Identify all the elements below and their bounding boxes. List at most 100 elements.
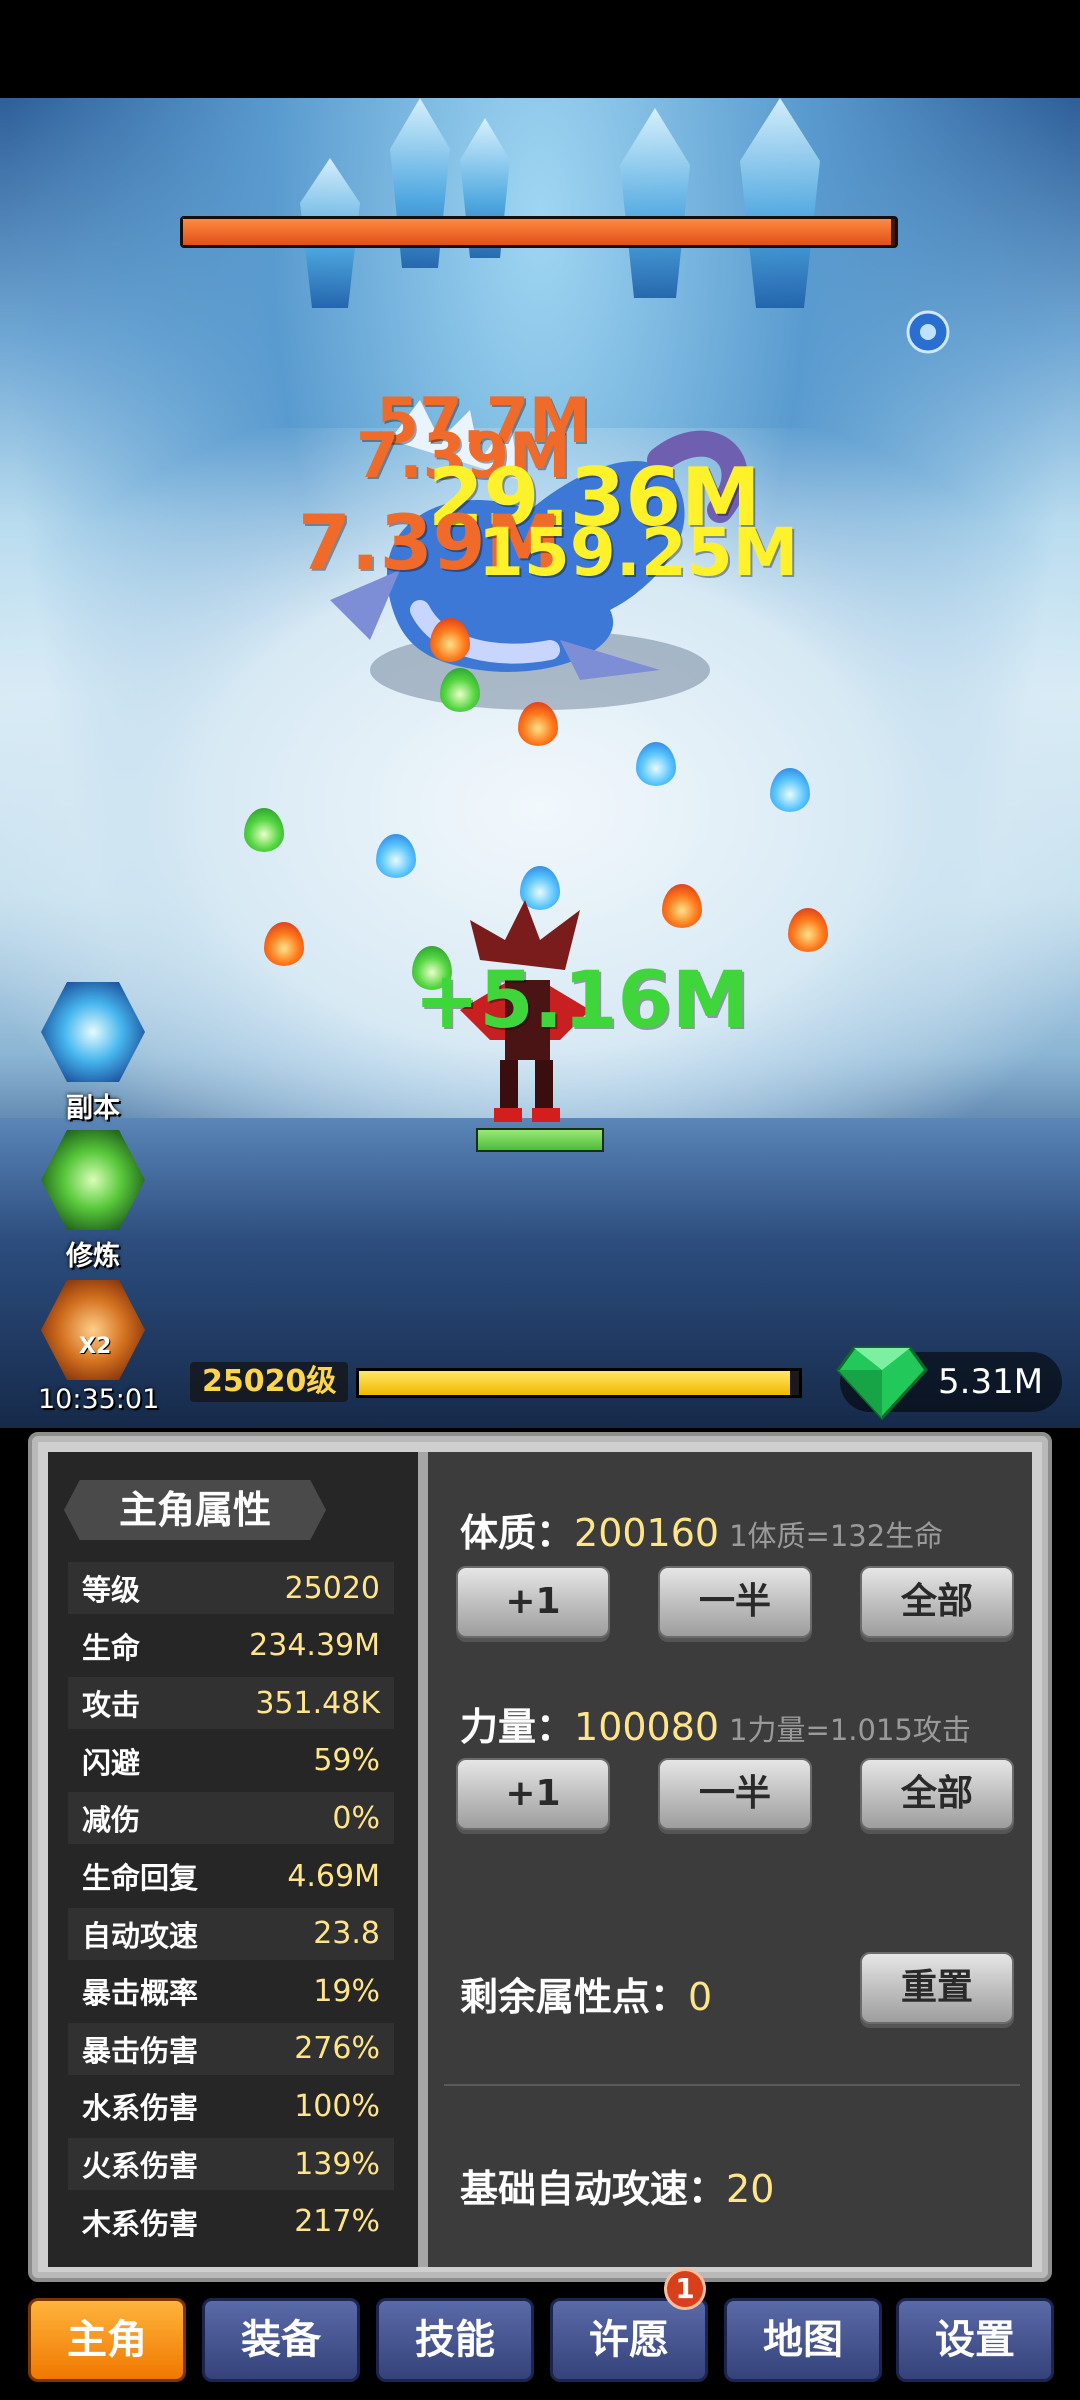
fire-orb — [518, 702, 558, 746]
remaining-points-row: 剩余属性点：0 — [460, 1966, 712, 2021]
stat-value: 351.48K — [255, 1685, 380, 1721]
strength-value: 100080 — [574, 1705, 720, 1749]
xp-bar — [356, 1368, 802, 1398]
fire-orb — [662, 884, 702, 928]
stat-name: 木系伤害 — [82, 2206, 199, 2241]
stat-name: 自动攻速 — [82, 1918, 199, 1953]
stat-row: 闪避 59% — [68, 1734, 394, 1787]
stat-name: 暴击概率 — [82, 1976, 199, 2011]
stat-value: 0% — [332, 1800, 380, 1836]
cultivation-icon — [41, 1130, 145, 1230]
hero-health-bar — [476, 1128, 604, 1152]
strength-all-button[interactable]: 全部 — [860, 1758, 1014, 1830]
tab-settings[interactable]: 设置 — [896, 2298, 1054, 2382]
stat-value: 4.69M — [287, 1858, 380, 1894]
base-attack-speed-value: 20 — [726, 2167, 775, 2211]
heal-number: +5.16M — [414, 956, 750, 1046]
stat-row: 自动攻速 23.8 — [68, 1907, 394, 1960]
base-attack-speed-row: 基础自动攻速：20 — [460, 2158, 774, 2213]
cultivation-label: 修炼 — [66, 1241, 120, 1272]
stat-name: 等级 — [82, 1573, 141, 1607]
wish-notification-badge: 1 — [664, 2268, 706, 2310]
reset-button[interactable]: 重置 — [860, 1952, 1014, 2024]
tab-equipment[interactable]: 装备 — [202, 2298, 360, 2382]
tab-skills[interactable]: 技能 — [376, 2298, 534, 2382]
dungeon-button[interactable]: 副本 — [38, 982, 148, 1125]
ice-crystal — [740, 98, 820, 308]
stat-name: 攻击 — [82, 1688, 141, 1723]
stat-name: 火系伤害 — [82, 2149, 199, 2183]
water-element-icon — [906, 310, 950, 354]
cultivation-button[interactable]: 修炼 — [38, 1130, 148, 1273]
constitution-all-button[interactable]: 全部 — [860, 1566, 1014, 1638]
wood-orb — [244, 808, 284, 852]
stat-row: 火系伤害 139% — [68, 2138, 394, 2190]
stat-name: 水系伤害 — [82, 2091, 199, 2126]
panel-divider — [418, 1452, 428, 2267]
stat-name: 暴击伤害 — [82, 2033, 199, 2068]
strength-label: 力量： — [460, 1705, 575, 1749]
x2-boost-icon: X2 — [41, 1280, 145, 1380]
strength-note: 1力量=1.015攻击 — [729, 1713, 971, 1747]
stat-value: 276% — [294, 2031, 380, 2067]
constitution-row: 体质：200160 1体质=132生命 — [460, 1502, 943, 1557]
stat-name: 闪避 — [82, 1745, 141, 1780]
player-level: 25020级 — [190, 1362, 349, 1402]
stat-row: 攻击 351.48K — [68, 1677, 394, 1730]
fire-orb — [264, 922, 304, 966]
stat-value: 59% — [313, 1743, 380, 1779]
x2-boost-button[interactable]: X2 10:35:01 — [38, 1280, 160, 1415]
hero-health-fill — [478, 1130, 602, 1150]
water-orb — [636, 742, 676, 786]
boost-timer: 10:35:01 — [38, 1384, 160, 1415]
water-orb — [770, 768, 810, 812]
boss-health-fill — [183, 219, 892, 245]
stat-row: 等级 25020 — [68, 1562, 394, 1614]
stat-value: 234.39M — [249, 1628, 380, 1664]
constitution-note: 1体质=132生命 — [729, 1519, 944, 1553]
tab-map[interactable]: 地图 — [724, 2298, 882, 2382]
stat-row: 暴击伤害 276% — [68, 2022, 394, 2075]
stat-row: 生命回复 4.69M — [68, 1850, 394, 1902]
stat-value: 139% — [294, 2146, 380, 2182]
constitution-label: 体质： — [460, 1511, 575, 1555]
boss-health-bar — [180, 216, 898, 248]
stat-value: 100% — [294, 2088, 380, 2124]
stat-row: 减伤 0% — [68, 1792, 394, 1845]
stat-row: 木系伤害 217% — [68, 2195, 394, 2248]
stat-name: 减伤 — [82, 1803, 141, 1838]
remaining-points-label: 剩余属性点： — [460, 1975, 689, 2019]
strength-plus-one-button[interactable]: +1 — [456, 1758, 610, 1830]
base-attack-speed-label: 基础自动攻速： — [460, 2167, 727, 2211]
stat-name: 生命回复 — [82, 1861, 199, 1895]
constitution-plus-one-button[interactable]: +1 — [456, 1566, 610, 1638]
status-bar — [0, 0, 1080, 98]
dungeon-label: 副本 — [66, 1093, 120, 1124]
tab-hero[interactable]: 主角 — [28, 2298, 186, 2382]
stat-row: 生命 234.39M — [68, 1619, 394, 1672]
constitution-value: 200160 — [574, 1511, 720, 1555]
stat-row: 暴击概率 19% — [68, 1965, 394, 2018]
dungeon-portal-icon — [41, 982, 145, 1082]
section-divider — [444, 2084, 1020, 2086]
fire-orb — [788, 908, 828, 952]
stat-value: 19% — [313, 1973, 380, 2009]
battle-scene — [0, 98, 1080, 1428]
remaining-points-value: 0 — [688, 1975, 713, 2019]
x2-label: X2 — [79, 1334, 112, 1359]
tab-wish[interactable]: 许愿 — [550, 2298, 708, 2382]
stat-name: 生命 — [82, 1630, 141, 1665]
stat-row: 水系伤害 100% — [68, 2080, 394, 2133]
strength-half-button[interactable]: 一半 — [658, 1758, 812, 1830]
fire-orb — [430, 618, 470, 662]
stat-value: 23.8 — [313, 1916, 380, 1952]
wood-orb — [440, 668, 480, 712]
stat-value: 25020 — [284, 1570, 380, 1606]
panel-title: 主角属性 — [64, 1480, 326, 1540]
water-orb — [376, 834, 416, 878]
strength-row: 力量：100080 1力量=1.015攻击 — [460, 1696, 971, 1751]
ice-crystal — [620, 108, 690, 298]
gem-amount: 5.31M — [938, 1362, 1044, 1402]
damage-number: 159.25M — [478, 514, 799, 591]
constitution-half-button[interactable]: 一半 — [658, 1566, 812, 1638]
